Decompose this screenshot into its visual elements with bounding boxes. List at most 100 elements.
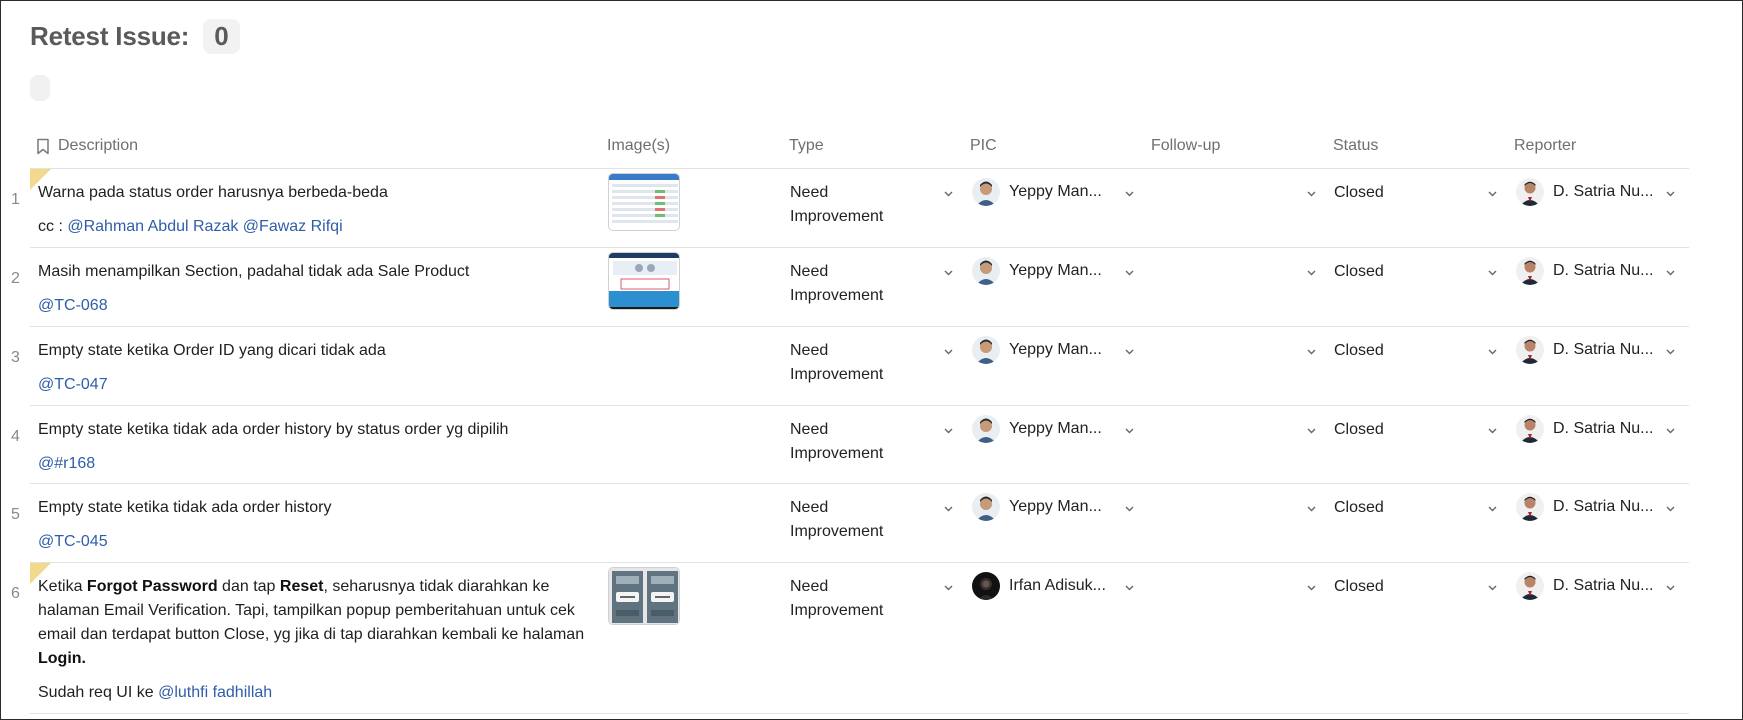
description-cell[interactable]: Masih menampilkan Section, padahal tidak… (38, 260, 598, 318)
description-text: Warna pada status order harusnya berbeda… (38, 184, 388, 201)
description-cell[interactable]: Empty state ketika Order ID yang dicari … (38, 339, 598, 397)
text-segment: dan tap (217, 578, 280, 595)
followup-dropdown-chevron-down-icon[interactable] (1306, 503, 1317, 514)
mention-link[interactable]: @TC-047 (38, 376, 108, 393)
chevron-down-icon[interactable] (943, 503, 954, 514)
column-header-type[interactable]: Type (789, 137, 824, 155)
image-thumbnail[interactable] (608, 173, 680, 231)
status-select[interactable]: Closed (1334, 339, 1384, 363)
description-mentions: @#r168 (38, 452, 598, 476)
description-mentions: @TC-045 (38, 530, 598, 554)
mention-link[interactable]: @TC-045 (38, 533, 108, 550)
mention-link[interactable]: @Rahman Abdul Razak (67, 218, 238, 235)
reporter-select[interactable]: D. Satria Nu... (1516, 257, 1653, 285)
column-header-followup[interactable]: Follow-up (1151, 137, 1220, 155)
reporter-select[interactable]: D. Satria Nu... (1516, 178, 1653, 206)
chevron-down-icon[interactable] (1124, 267, 1135, 278)
followup-dropdown-chevron-down-icon[interactable] (1306, 267, 1317, 278)
chevron-down-icon[interactable] (1124, 346, 1135, 357)
pic-select[interactable]: Yeppy Man... (972, 178, 1102, 206)
chevron-down-icon[interactable] (1124, 503, 1135, 514)
reporter-name: D. Satria Nu... (1553, 420, 1654, 437)
description-cell[interactable]: Empty state ketika tidak ada order histo… (38, 496, 598, 554)
status-value: Closed (1334, 263, 1384, 280)
chevron-down-icon[interactable] (1487, 582, 1498, 593)
type-value: Need (790, 342, 829, 359)
status-select[interactable]: Closed (1334, 496, 1384, 520)
table-row[interactable]: 4 Empty state ketika tidak ada order his… (11, 406, 1689, 484)
filter-chip[interactable] (30, 75, 50, 101)
followup-dropdown-chevron-down-icon[interactable] (1306, 188, 1317, 199)
followup-dropdown-chevron-down-icon[interactable] (1306, 425, 1317, 436)
type-select[interactable]: Need Improvement (790, 339, 930, 387)
table-row[interactable]: 5 Empty state ketika tidak ada order his… (11, 484, 1689, 563)
chevron-down-icon[interactable] (943, 188, 954, 199)
type-select[interactable]: Need Improvement (790, 260, 930, 308)
table-row[interactable]: 1 Warna pada status order harusnya berbe… (11, 169, 1689, 248)
page-header: Retest Issue: 0 (30, 19, 240, 54)
description-cell[interactable]: Warna pada status order harusnya berbeda… (38, 181, 598, 239)
mention-link[interactable]: @#r168 (38, 455, 95, 472)
chevron-down-icon[interactable] (1487, 267, 1498, 278)
chevron-down-icon[interactable] (1665, 582, 1676, 593)
type-select[interactable]: Need Improvement (790, 418, 930, 466)
chevron-down-icon[interactable] (1487, 425, 1498, 436)
chevron-down-icon[interactable] (943, 267, 954, 278)
reporter-select[interactable]: D. Satria Nu... (1516, 493, 1653, 521)
chevron-down-icon[interactable] (1124, 425, 1135, 436)
type-select[interactable]: Need Improvement (790, 181, 930, 229)
chevron-down-icon[interactable] (943, 582, 954, 593)
pic-select[interactable]: Irfan Adisuk... (972, 572, 1106, 600)
pic-select[interactable]: Yeppy Man... (972, 336, 1102, 364)
column-header-description[interactable]: Description (36, 137, 138, 155)
description-cell[interactable]: Empty state ketika tidak ada order histo… (38, 418, 598, 476)
pic-select[interactable]: Yeppy Man... (972, 493, 1102, 521)
status-select[interactable]: Closed (1334, 181, 1384, 205)
column-header-pic[interactable]: PIC (970, 137, 997, 155)
mention-link[interactable]: @Fawaz Rifqi (243, 218, 343, 235)
status-select[interactable]: Closed (1334, 575, 1384, 599)
reporter-name: D. Satria Nu... (1553, 262, 1654, 279)
column-header-label: Description (58, 137, 139, 154)
table-row[interactable]: 6 Ketika Forgot Password dan tap Reset, … (11, 563, 1689, 714)
avatar (1516, 178, 1544, 206)
chevron-down-icon[interactable] (1487, 346, 1498, 357)
column-header-images[interactable]: Image(s) (607, 137, 670, 155)
status-select[interactable]: Closed (1334, 260, 1384, 284)
description-text: Ketika Forgot Password dan tap Reset, se… (38, 575, 598, 671)
chevron-down-icon[interactable] (1665, 188, 1676, 199)
chevron-down-icon[interactable] (1124, 188, 1135, 199)
chevron-down-icon[interactable] (1665, 503, 1676, 514)
pic-select[interactable]: Yeppy Man... (972, 257, 1102, 285)
reporter-select[interactable]: D. Satria Nu... (1516, 572, 1653, 600)
chevron-down-icon[interactable] (1665, 425, 1676, 436)
description-mentions: Sudah req UI ke @luthfi fadhillah (38, 681, 598, 705)
chevron-down-icon[interactable] (1665, 267, 1676, 278)
description-mentions: @TC-068 (38, 294, 598, 318)
type-select[interactable]: Need Improvement (790, 575, 930, 623)
mention-link[interactable]: @luthfi fadhillah (158, 684, 272, 701)
description-cell[interactable]: Ketika Forgot Password dan tap Reset, se… (38, 575, 598, 705)
image-thumbnail[interactable] (608, 567, 680, 625)
status-select[interactable]: Closed (1334, 418, 1384, 442)
column-header-label: Type (789, 137, 824, 154)
column-header-status[interactable]: Status (1333, 137, 1378, 155)
column-header-reporter[interactable]: Reporter (1514, 137, 1576, 155)
table-row[interactable]: 2 Masih menampilkan Section, padahal tid… (11, 248, 1689, 327)
pic-select[interactable]: Yeppy Man... (972, 415, 1102, 443)
followup-dropdown-chevron-down-icon[interactable] (1306, 346, 1317, 357)
reporter-select[interactable]: D. Satria Nu... (1516, 415, 1653, 443)
chevron-down-icon[interactable] (1665, 346, 1676, 357)
avatar (1516, 257, 1544, 285)
chevron-down-icon[interactable] (943, 425, 954, 436)
chevron-down-icon[interactable] (943, 346, 954, 357)
reporter-select[interactable]: D. Satria Nu... (1516, 336, 1653, 364)
mention-link[interactable]: @TC-068 (38, 297, 108, 314)
chevron-down-icon[interactable] (1124, 582, 1135, 593)
followup-dropdown-chevron-down-icon[interactable] (1306, 582, 1317, 593)
chevron-down-icon[interactable] (1487, 188, 1498, 199)
table-row[interactable]: 3 Empty state ketika Order ID yang dicar… (11, 327, 1689, 406)
image-thumbnail[interactable] (608, 252, 680, 310)
type-select[interactable]: Need Improvement (790, 496, 930, 544)
chevron-down-icon[interactable] (1487, 503, 1498, 514)
